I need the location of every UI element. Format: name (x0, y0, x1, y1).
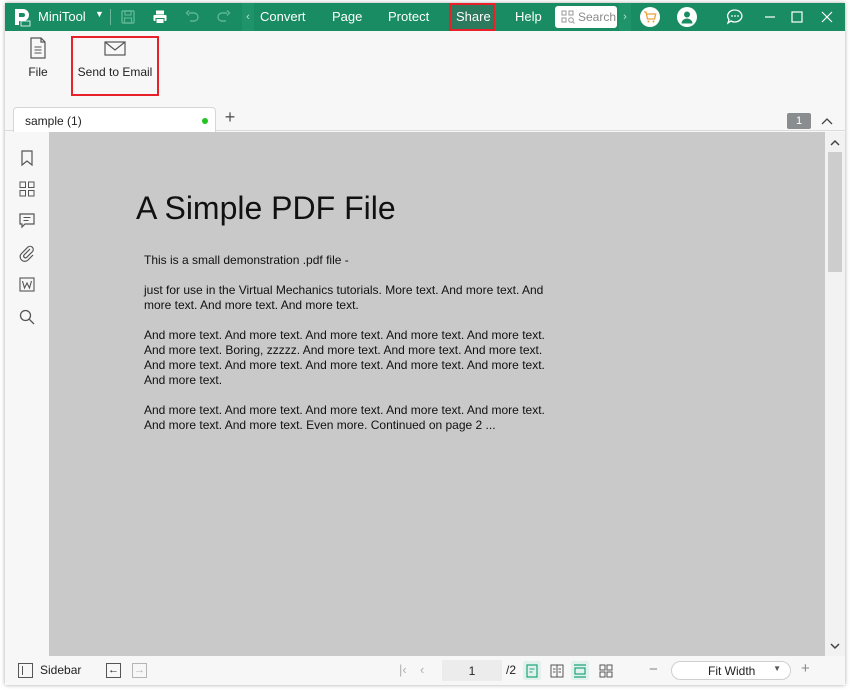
menu-scroll-left-icon[interactable]: ‹ (242, 3, 254, 31)
continuous-view-icon[interactable] (571, 661, 589, 680)
bookmark-icon[interactable] (17, 148, 37, 168)
redo-icon[interactable] (214, 7, 234, 27)
zoom-out-button[interactable]: − (649, 661, 658, 678)
comment-icon[interactable] (17, 211, 37, 231)
add-tab-button[interactable]: + (221, 107, 239, 127)
app-window: MiniTool ▼ ‹ Convert Page Protect Share … (5, 3, 845, 685)
file-button[interactable]: File (21, 37, 55, 79)
page-number-input[interactable] (442, 660, 502, 681)
page-number-badge: 1 (787, 113, 811, 129)
sidebar-toggle-icon[interactable] (18, 663, 33, 678)
save-icon[interactable] (118, 7, 138, 27)
document-tabs: sample (1) + 1 (5, 103, 845, 132)
menu-share[interactable]: Share (456, 9, 491, 24)
forward-view-button[interactable]: → (132, 663, 147, 678)
vertical-scrollbar[interactable] (825, 132, 845, 656)
scroll-up-icon[interactable] (829, 136, 841, 148)
unsaved-indicator (202, 118, 208, 124)
scrollbar-thumb[interactable] (828, 152, 842, 272)
tab-label: sample (1) (25, 114, 82, 128)
account-icon[interactable] (677, 7, 697, 27)
minitool-logo-icon (15, 9, 31, 27)
sidebar-toggle-label[interactable]: Sidebar (40, 663, 81, 677)
chevron-down-icon: ▼ (773, 664, 781, 673)
single-page-view-icon[interactable] (523, 661, 541, 680)
pdf-paragraph: just for use in the Virtual Mechanics tu… (144, 283, 544, 312)
mail-icon (104, 41, 126, 56)
menu-protect[interactable]: Protect (388, 9, 429, 24)
menu-help[interactable]: Help (515, 9, 542, 24)
two-page-view-icon[interactable] (548, 661, 566, 680)
collapse-ribbon-icon[interactable] (819, 113, 835, 129)
two-page-continuous-icon[interactable] (597, 661, 615, 680)
print-icon[interactable] (150, 7, 170, 27)
title-bar: MiniTool ▼ ‹ Convert Page Protect Share … (5, 3, 845, 31)
first-page-icon[interactable]: |‹ (399, 662, 407, 677)
send-to-email-button[interactable]: Send to Email (75, 37, 155, 79)
feedback-icon[interactable] (725, 7, 745, 27)
minimize-icon[interactable] (760, 7, 780, 27)
pdf-title: A Simple PDF File (136, 190, 396, 226)
scroll-down-icon[interactable] (829, 640, 841, 652)
zoom-value: Fit Width (708, 664, 756, 678)
undo-icon[interactable] (182, 7, 202, 27)
pdf-paragraph: And more text. And more text. And more t… (144, 328, 545, 387)
zoom-in-button[interactable]: + (801, 660, 810, 677)
word-icon[interactable] (17, 275, 37, 295)
status-bar: Sidebar ← → |‹ ‹ /2 − Fit Width ▼ + (5, 656, 845, 685)
back-view-button[interactable]: ← (106, 663, 121, 678)
share-ribbon: File Send to Email (5, 31, 845, 103)
close-icon[interactable] (817, 7, 837, 27)
pdf-paragraph: This is a small demonstration .pdf file … (144, 253, 349, 267)
document-viewer[interactable]: A Simple PDF File This is a small demons… (49, 132, 825, 656)
app-menu-dropdown-icon[interactable]: ▼ (95, 9, 104, 19)
zoom-select[interactable]: Fit Width ▼ (671, 661, 791, 680)
tab-sample[interactable]: sample (1) (13, 107, 216, 132)
pdf-paragraph: And more text. And more text. And more t… (144, 403, 545, 432)
pdf-page: A Simple PDF File This is a small demons… (49, 132, 825, 656)
search-icon[interactable] (17, 307, 37, 327)
menu-scroll-right-icon[interactable]: › (619, 3, 631, 31)
attachment-icon[interactable] (17, 243, 37, 263)
send-to-email-label: Send to Email (77, 65, 153, 79)
total-pages: /2 (506, 663, 517, 677)
divider (110, 9, 111, 25)
cart-icon[interactable] (640, 7, 660, 27)
left-sidebar (5, 132, 49, 656)
menu-convert[interactable]: Convert (260, 9, 306, 24)
prev-page-icon[interactable]: ‹ (420, 662, 424, 677)
thumbnails-icon[interactable] (17, 179, 37, 199)
maximize-icon[interactable] (787, 7, 807, 27)
search-icon (561, 10, 575, 24)
file-button-label: File (28, 65, 48, 79)
search-placeholder: Search (578, 10, 617, 24)
search-input[interactable]: Search (555, 6, 617, 28)
file-icon (30, 37, 46, 59)
menu-page[interactable]: Page (332, 9, 362, 24)
app-name[interactable]: MiniTool (38, 9, 86, 24)
